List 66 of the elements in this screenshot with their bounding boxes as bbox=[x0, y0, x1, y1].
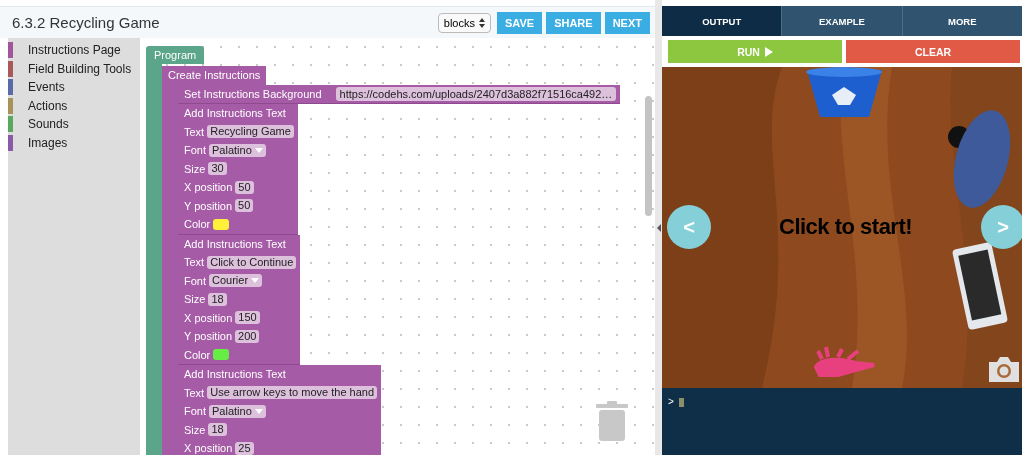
category-item[interactable]: Images bbox=[28, 135, 68, 150]
number-input[interactable]: 150 bbox=[235, 311, 260, 325]
console-prompt: > bbox=[668, 396, 674, 407]
create-instructions-block[interactable]: Create Instructions bbox=[162, 66, 267, 85]
field-label: Size bbox=[184, 162, 206, 175]
number-input[interactable]: 25 bbox=[235, 441, 254, 455]
number-input[interactable]: 30 bbox=[208, 162, 227, 176]
color-swatch[interactable] bbox=[213, 349, 230, 361]
number-input[interactable]: 50 bbox=[235, 180, 254, 194]
field-label: Font bbox=[184, 274, 206, 287]
panel-tab[interactable]: OUTPUT bbox=[662, 6, 782, 36]
trash-icon[interactable] bbox=[596, 401, 628, 441]
category-item[interactable]: Actions bbox=[28, 98, 68, 113]
field-label: Size bbox=[184, 423, 206, 436]
field-label: Font bbox=[184, 405, 206, 418]
clear-button[interactable]: CLEAR bbox=[846, 40, 1020, 63]
block-label: Add Instructions Text bbox=[184, 368, 286, 381]
camera-icon[interactable] bbox=[989, 356, 1019, 382]
field-label: Y position bbox=[184, 330, 233, 343]
block-label: Add Instructions Text bbox=[184, 107, 286, 120]
field-label: X position bbox=[184, 311, 233, 324]
field-label: Font bbox=[184, 144, 206, 157]
panel-tab[interactable]: MORE bbox=[901, 6, 1022, 36]
collapse-arrow-icon bbox=[656, 223, 661, 232]
text-input[interactable]: Click to Continue bbox=[207, 255, 297, 269]
category-item[interactable]: Instructions Page bbox=[28, 43, 121, 58]
number-input[interactable]: 18 bbox=[208, 292, 227, 306]
text-block[interactable]: Add Instructions Text Text Use arrow keys to move the hand Font Palatino Size 18 X position 25 bbox=[178, 365, 382, 455]
text-block[interactable]: Add Instructions Text Text Recycling Game Font Palatino Size 30 X position 50 Y position 50 Color bbox=[178, 104, 298, 235]
updown-caret-icon bbox=[479, 17, 485, 28]
field-label: X position bbox=[184, 442, 233, 455]
play-icon bbox=[764, 46, 773, 57]
field-label: Y position bbox=[184, 199, 233, 212]
text-cursor bbox=[678, 398, 684, 407]
category-item[interactable]: Sounds bbox=[28, 117, 69, 132]
background-block[interactable]: Set Instructions Background https://codehs.com/uploads/2407d3a882f71516ca492… bbox=[178, 84, 621, 104]
text-input[interactable]: Use arrow keys to move the hand bbox=[207, 386, 378, 400]
caret-icon bbox=[251, 278, 260, 284]
number-input[interactable]: 50 bbox=[235, 199, 254, 213]
panel-tab[interactable]: EXAMPLE bbox=[781, 6, 902, 36]
field-label: Text bbox=[184, 386, 205, 399]
field-label: Color bbox=[184, 218, 211, 231]
number-input[interactable]: 200 bbox=[235, 329, 260, 343]
number-input[interactable]: 18 bbox=[208, 423, 227, 437]
font-dropdown[interactable]: Courier bbox=[209, 274, 263, 288]
scrollbar-thumb[interactable] bbox=[645, 96, 652, 216]
mode-select[interactable]: blocks bbox=[437, 12, 491, 33]
block-label: Set Instructions Background bbox=[184, 87, 322, 100]
caret-icon bbox=[254, 147, 263, 153]
color-swatch[interactable] bbox=[213, 218, 230, 230]
project-title: 6.3.2 Recycling Game bbox=[12, 14, 160, 31]
field-label: Color bbox=[184, 348, 211, 361]
category-item[interactable]: Events bbox=[28, 80, 65, 95]
field-label: X position bbox=[184, 181, 233, 194]
stage-message: Click to start! bbox=[779, 214, 913, 240]
field-label: Text bbox=[184, 125, 205, 138]
url-input[interactable]: https://codehs.com/uploads/2407d3a882f71516ca492… bbox=[335, 86, 617, 101]
category-item[interactable]: Field Building Tools bbox=[28, 61, 132, 76]
font-dropdown[interactable]: Palatino bbox=[209, 404, 266, 418]
font-dropdown[interactable]: Palatino bbox=[209, 143, 266, 157]
field-label: Text bbox=[184, 256, 205, 269]
field-label: Size bbox=[184, 293, 206, 306]
block-label: Add Instructions Text bbox=[184, 237, 286, 250]
text-input[interactable]: Recycling Game bbox=[207, 125, 294, 139]
text-block[interactable]: Add Instructions Text Text Click to Continue Font Courier Size 18 X position 150 Y position 200 Color bbox=[178, 234, 301, 365]
caret-icon bbox=[254, 408, 263, 414]
